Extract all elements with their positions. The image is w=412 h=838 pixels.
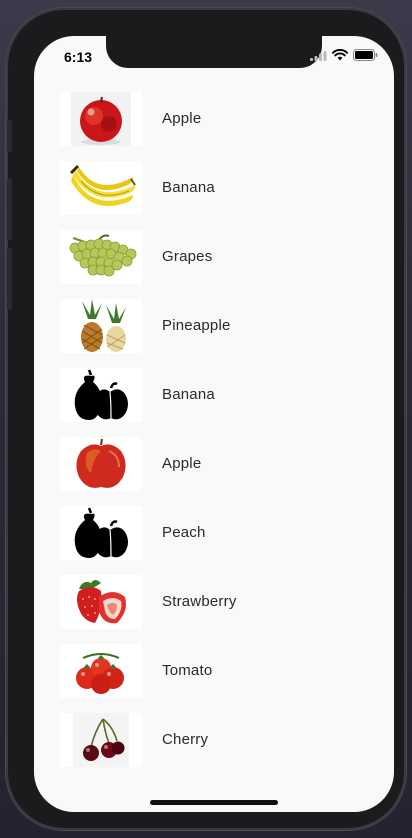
apple-photo xyxy=(60,91,142,146)
apple-photo xyxy=(60,436,142,491)
list-item[interactable]: Apple xyxy=(34,84,394,153)
pineapple-photo xyxy=(60,298,142,353)
status-time: 6:13 xyxy=(64,49,93,65)
list-item[interactable]: Apple xyxy=(34,429,394,498)
list-item[interactable]: Banana xyxy=(34,153,394,222)
list-item-label: Banana xyxy=(162,179,215,196)
battery-icon xyxy=(353,48,378,66)
volume-up-button xyxy=(7,178,12,240)
list-item[interactable]: Peach xyxy=(34,498,394,567)
list-item-label: Grapes xyxy=(162,248,213,265)
list-item-label: Banana xyxy=(162,386,215,403)
cherry-photo xyxy=(60,712,142,767)
mute-switch xyxy=(7,120,12,152)
phone-screen: 6:13 Apple Banana Grapes Pineapple Banan… xyxy=(34,36,394,812)
strawberry-photo xyxy=(60,574,142,629)
list-item-label: Tomato xyxy=(162,662,213,679)
notch xyxy=(106,36,322,68)
home-indicator[interactable] xyxy=(150,800,278,805)
list-item[interactable]: Cherry xyxy=(34,705,394,774)
fruit-silhouette-icon xyxy=(60,505,142,560)
list-item-label: Apple xyxy=(162,110,202,127)
list-item-label: Strawberry xyxy=(162,593,237,610)
list-item[interactable]: Strawberry xyxy=(34,567,394,636)
status-icons xyxy=(310,48,378,66)
tomato-photo xyxy=(60,643,142,698)
phone-frame: 6:13 Apple Banana Grapes Pineapple Banan… xyxy=(6,8,406,830)
volume-down-button xyxy=(7,248,12,310)
grapes-photo xyxy=(60,229,142,284)
list-item-label: Cherry xyxy=(162,731,209,748)
wifi-icon xyxy=(331,48,349,66)
list-item[interactable]: Tomato xyxy=(34,636,394,705)
banana-photo xyxy=(60,160,142,215)
fruit-list: Apple Banana Grapes Pineapple Banana App… xyxy=(34,84,394,774)
signal-icon xyxy=(310,48,327,66)
list-item-label: Apple xyxy=(162,455,202,472)
list-item[interactable]: Grapes xyxy=(34,222,394,291)
list-item-label: Peach xyxy=(162,524,206,541)
list-item-label: Pineapple xyxy=(162,317,231,334)
list-item[interactable]: Banana xyxy=(34,360,394,429)
fruit-silhouette-icon xyxy=(60,367,142,422)
list-item[interactable]: Pineapple xyxy=(34,291,394,360)
